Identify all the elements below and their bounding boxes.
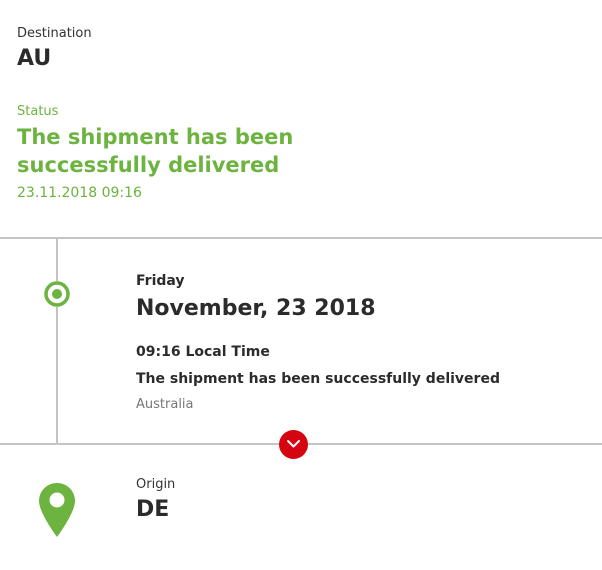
event-location: Australia xyxy=(136,397,194,412)
status-headline: The shipment has been successfully deliv… xyxy=(17,125,294,177)
destination-label: Destination xyxy=(17,26,92,41)
destination-value: AU xyxy=(17,46,52,71)
timeline-vertical-line xyxy=(56,239,58,443)
map-pin-icon xyxy=(38,482,76,538)
status-label: Status xyxy=(17,104,59,119)
origin-label: Origin xyxy=(136,477,176,492)
expand-events-button[interactable] xyxy=(279,430,308,459)
event-time: 09:16 Local Time xyxy=(136,344,270,360)
chevron-down-icon xyxy=(287,440,300,448)
event-description: The shipment has been successfully deliv… xyxy=(136,371,500,387)
status-datetime: 23.11.2018 09:16 xyxy=(17,185,142,201)
timeline-top-divider xyxy=(0,237,602,239)
event-weekday: Friday xyxy=(136,273,185,289)
origin-value: DE xyxy=(136,497,170,522)
event-date: November, 23 2018 xyxy=(136,296,376,321)
target-dot-icon xyxy=(42,279,72,309)
